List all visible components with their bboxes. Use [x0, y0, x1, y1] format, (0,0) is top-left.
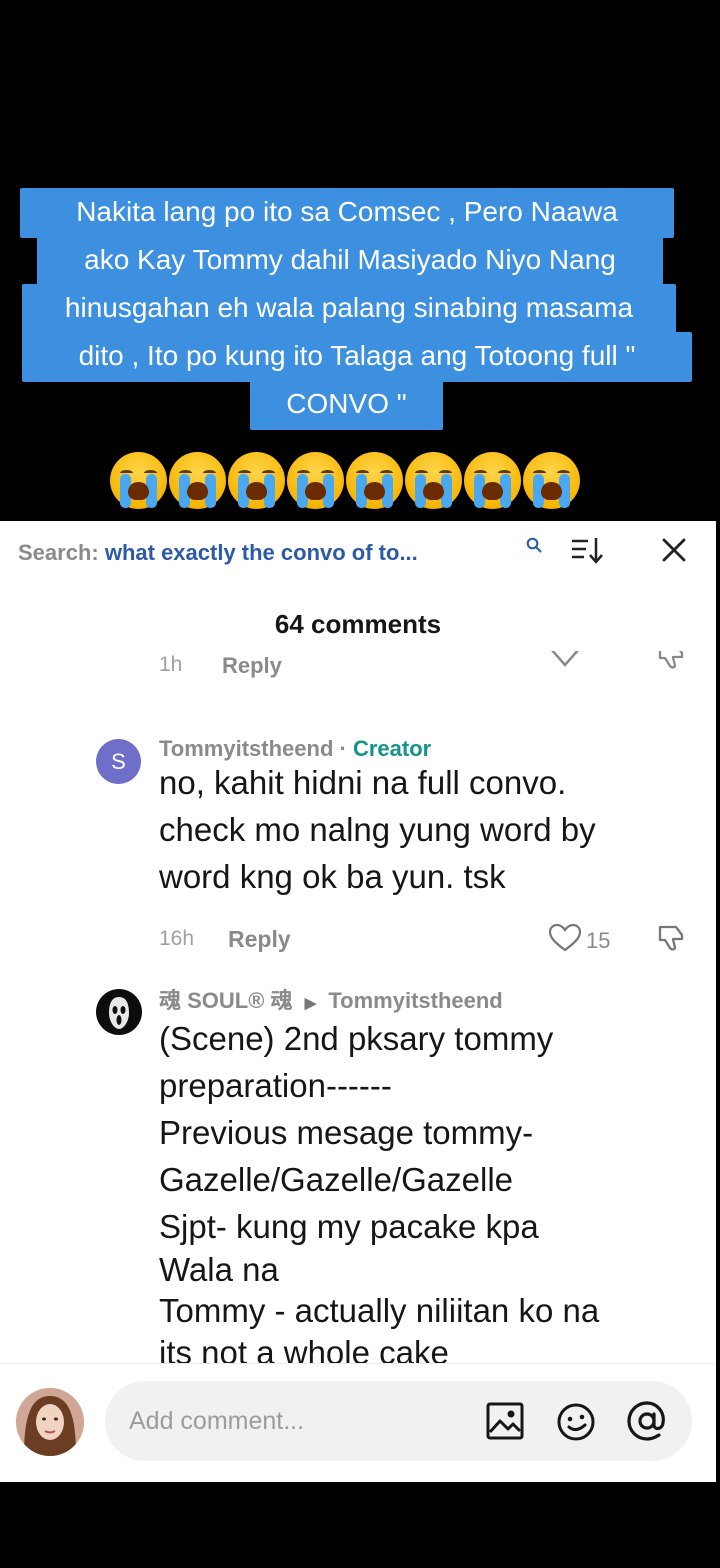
meta-separator: ·	[339, 736, 347, 761]
comment-item: S Tommyitstheend · Creator no, kahit hid…	[0, 731, 716, 961]
dislike-icon[interactable]	[654, 651, 688, 673]
chevron-down-icon[interactable]	[548, 651, 582, 673]
comment-time: 16h	[159, 927, 195, 950]
loudly-crying-face-icon	[110, 452, 167, 509]
comment-item: 魂 SOUL® 魂 ▶ Tommyitstheend (Scene) 2nd p…	[0, 983, 716, 1383]
reply-button[interactable]: Reply	[228, 926, 291, 953]
dislike-icon[interactable]	[654, 921, 688, 955]
comment-line: Previous mesage tommy-	[159, 1114, 534, 1151]
comment-line: no, kahit hidni na full convo.	[159, 764, 567, 801]
comment-author[interactable]: 魂 SOUL® 魂	[159, 988, 293, 1013]
comment-line: Sjpt- kung my pacake kpa	[159, 1208, 539, 1245]
caption-line: ako Kay Tommy dahil Masiyado Niyo Nang	[37, 236, 663, 286]
comments-count: 64 comments	[274, 609, 442, 639]
clipped-comment-actions: 1h Reply	[0, 651, 716, 681]
caption-line: dito , Ito po kung ito Talaga ang Totoon…	[22, 332, 692, 382]
comment-line: Wala na	[159, 1251, 279, 1288]
comment-line: preparation------	[159, 1067, 392, 1104]
loudly-crying-face-icon	[523, 452, 580, 509]
comment-composer	[0, 1363, 716, 1482]
caption-line: Nakita lang po ito sa Comsec , Pero Naaw…	[20, 188, 674, 238]
close-icon[interactable]	[660, 536, 688, 564]
crying-emoji-row	[110, 452, 580, 512]
reply-arrow-icon: ▶	[304, 995, 317, 1012]
comment-input-box[interactable]	[105, 1381, 692, 1461]
comment-line: Gazelle/Gazelle/Gazelle	[159, 1161, 514, 1198]
loudly-crying-face-icon	[287, 452, 344, 509]
search-query: what exactly the convo of to...	[104, 540, 418, 565]
creator-badge: Creator	[352, 736, 432, 761]
comment-line: check mo nalng yung word by	[159, 811, 596, 848]
like-count: 15	[586, 928, 611, 953]
comment-text: no, kahit hidni na full convo. check mo …	[159, 759, 699, 900]
sort-icon[interactable]	[570, 535, 604, 565]
caption-line: hinusgahan eh wala palang sinabing masam…	[22, 284, 676, 334]
loudly-crying-face-icon	[464, 452, 521, 509]
search-text[interactable]: Search: what exactly the convo of to...	[18, 540, 418, 566]
loudly-crying-face-icon	[169, 452, 226, 509]
search-icon[interactable]	[526, 537, 542, 553]
search-bar[interactable]: Search: what exactly the convo of to...	[0, 521, 716, 583]
loudly-crying-face-icon	[405, 452, 462, 509]
loudly-crying-face-icon	[346, 452, 403, 509]
add-comment-input[interactable]	[129, 1401, 469, 1441]
image-icon[interactable]	[485, 1401, 525, 1441]
ghostface-icon	[109, 997, 129, 1029]
comment-line: word kng ok ba yun. tsk	[159, 858, 506, 895]
heart-icon[interactable]	[548, 923, 582, 953]
comment-author[interactable]: Tommyitstheend	[159, 736, 333, 761]
reply-button[interactable]: Reply	[222, 653, 282, 679]
search-label: Search:	[18, 540, 99, 565]
emoji-icon[interactable]	[555, 1401, 597, 1443]
avatar[interactable]	[96, 989, 142, 1035]
user-avatar[interactable]	[16, 1388, 84, 1456]
comment-line: (Scene) 2nd pksary tommy	[159, 1020, 554, 1057]
comment-time: 1h	[159, 653, 183, 676]
comment-text: (Scene) 2nd pksary tommy preparation----…	[159, 1015, 709, 1374]
comment-line: Tommy - actually niliitan ko na	[159, 1292, 600, 1329]
mention-icon[interactable]	[625, 1399, 669, 1443]
comments-panel: Search: what exactly the convo of to... …	[0, 521, 716, 1482]
loudly-crying-face-icon	[228, 452, 285, 509]
user-photo	[16, 1388, 84, 1456]
comment-author-line: 魂 SOUL® 魂 ▶ Tommyitstheend	[159, 983, 503, 1015]
avatar[interactable]: S	[96, 739, 141, 784]
caption-line: CONVO "	[250, 380, 443, 430]
reply-to-author[interactable]: Tommyitstheend	[328, 988, 502, 1013]
